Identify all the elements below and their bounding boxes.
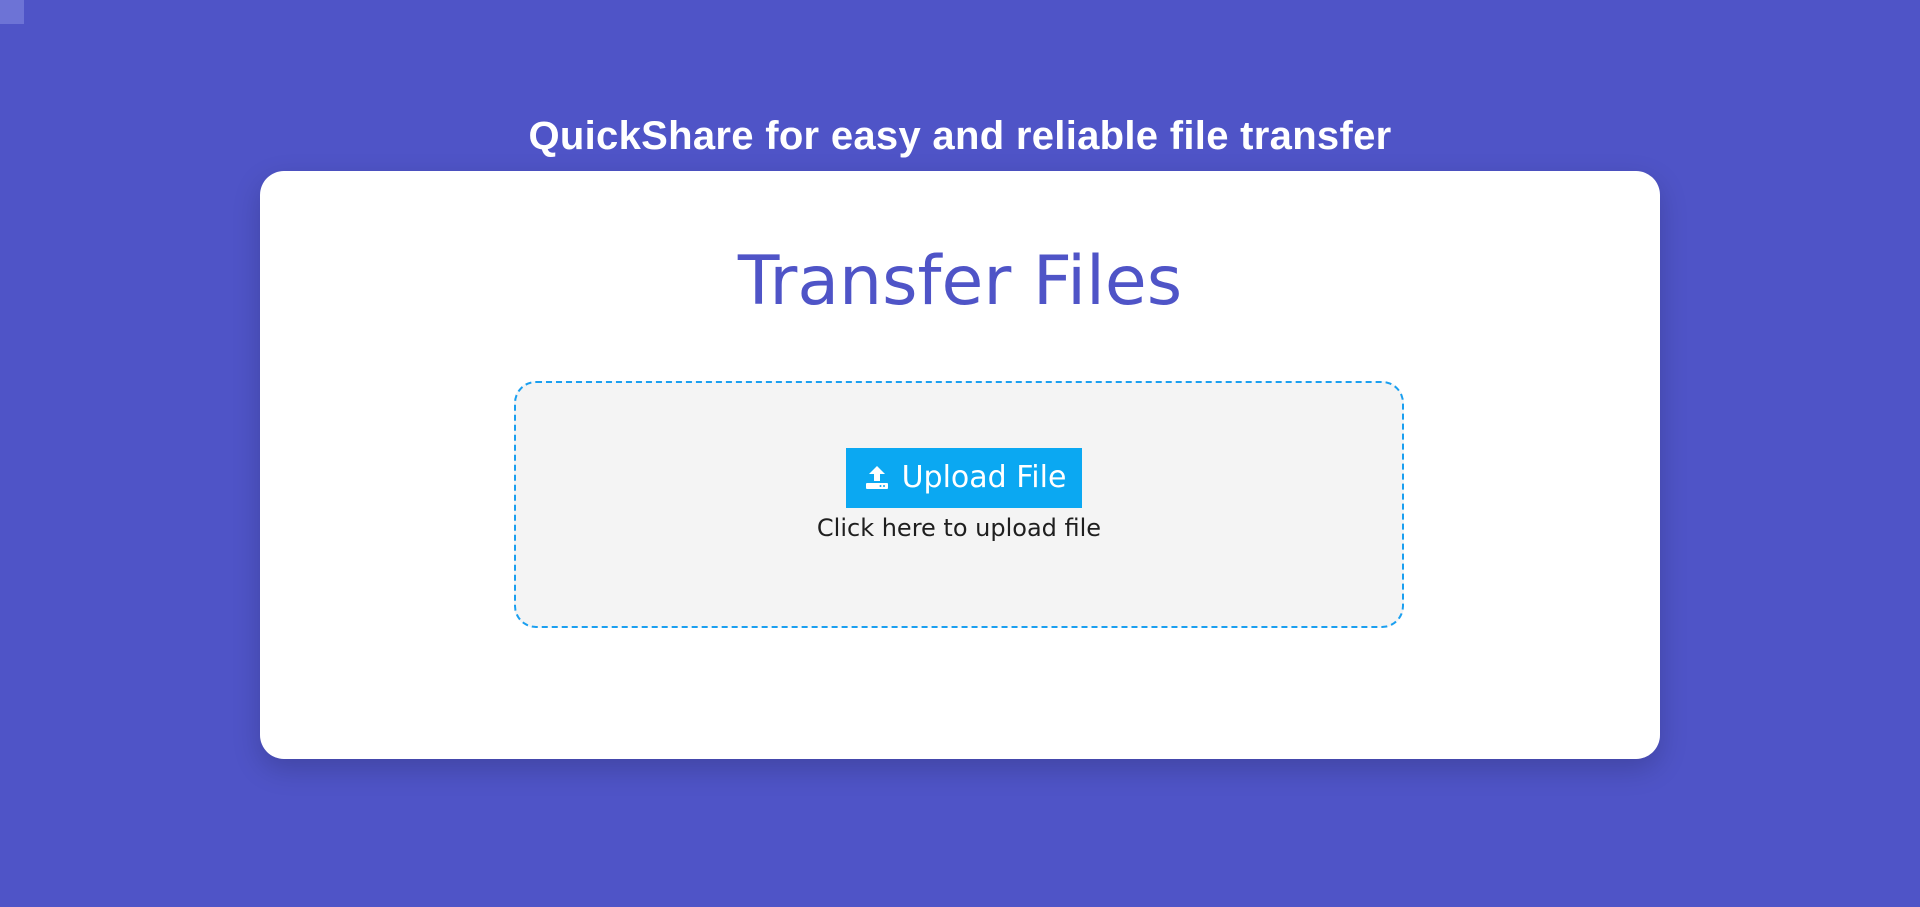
corner-mark [0, 0, 24, 24]
upload-icon [862, 463, 892, 493]
transfer-card: Transfer Files Upload File Click here to… [260, 171, 1660, 759]
card-title: Transfer Files [737, 242, 1183, 321]
page-tagline: QuickShare for easy and reliable file tr… [528, 114, 1392, 158]
upload-button-label: Upload File [901, 460, 1067, 495]
upload-file-button[interactable]: Upload File [846, 448, 1082, 508]
upload-hint[interactable]: Click here to upload file [516, 512, 1402, 544]
file-drop-zone[interactable]: Upload File Click here to upload file [514, 381, 1404, 628]
